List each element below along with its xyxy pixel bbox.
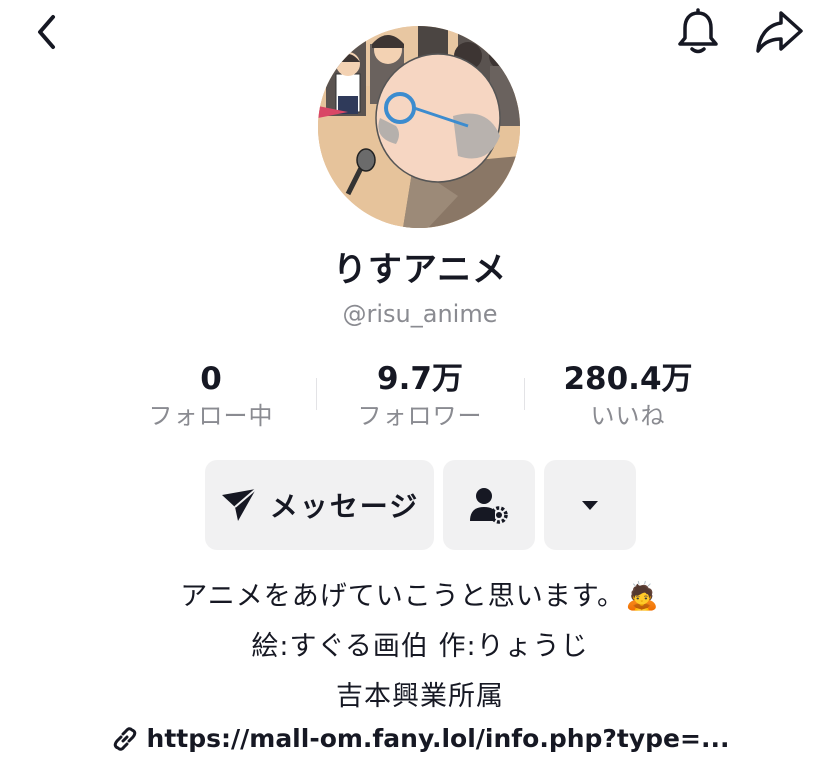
likes-count: 280.4万 (563, 361, 693, 397)
profile-link[interactable]: https://mall-om.fany.lol/info.php?type=.… (0, 724, 840, 753)
back-button[interactable] (24, 10, 68, 54)
stats-divider (524, 378, 525, 410)
share-button[interactable] (750, 8, 808, 56)
more-options-button[interactable] (544, 460, 636, 550)
send-icon (221, 488, 257, 521)
bell-icon (678, 8, 718, 54)
bio-line: アニメをあげていこうと思います。🙇 (180, 581, 660, 612)
message-button-label: メッセージ (269, 490, 420, 523)
avatar-illustration (318, 26, 520, 228)
likes-label: いいね (590, 402, 666, 430)
following-count: 0 (200, 361, 222, 397)
avatar[interactable] (318, 26, 520, 228)
stats-divider (316, 378, 317, 410)
bio-line: 吉本興業所属 (336, 681, 504, 712)
caret-down-icon (582, 501, 598, 510)
user-gear-icon (470, 488, 508, 524)
profile-link-text: https://mall-om.fany.lol/info.php?type=.… (146, 724, 730, 753)
followers-stat[interactable]: 9.7万 フォロワー (320, 360, 520, 432)
username: @risu_anime (342, 300, 498, 328)
display-name: りすアニメ (332, 250, 508, 290)
likes-stat: 280.4万 いいね (528, 360, 728, 432)
followers-label: フォロワー (357, 402, 483, 430)
following-stat[interactable]: 0 フォロー中 (111, 360, 311, 432)
followers-count: 9.7万 (377, 361, 463, 397)
following-label: フォロー中 (148, 402, 274, 430)
share-arrow-icon (756, 11, 803, 53)
notifications-button[interactable] (672, 8, 724, 56)
chevron-left-icon (38, 15, 55, 49)
friend-settings-button[interactable] (443, 460, 535, 550)
message-button[interactable]: メッセージ (205, 460, 434, 550)
link-icon (113, 726, 136, 751)
bio-line: 絵:すぐる画伯 作:りょうじ (251, 631, 589, 662)
